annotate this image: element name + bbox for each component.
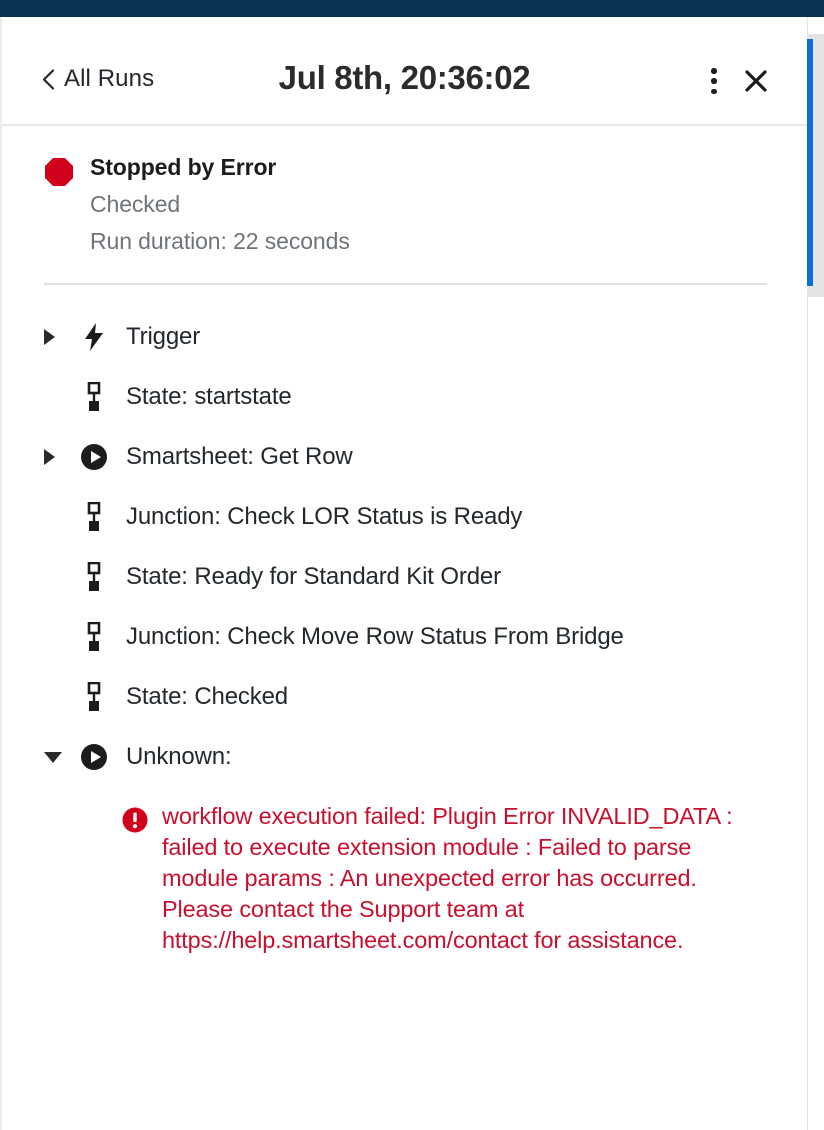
kebab-menu-icon[interactable] [711, 68, 717, 94]
kebab-dot [711, 88, 717, 94]
disclosure-triangle-collapsed-icon[interactable] [44, 449, 70, 466]
step-label: State: Checked [126, 683, 288, 711]
state-marker-icon [78, 622, 110, 652]
run-details-panel: All Runs Jul 8th, 20:36:02 Stopped by Er… [0, 17, 824, 1130]
play-circle-icon [78, 743, 110, 771]
step-row-trigger[interactable]: Trigger [2, 307, 807, 367]
header-actions [711, 68, 769, 94]
play-circle-icon [78, 443, 110, 471]
error-exclamation-icon [122, 807, 148, 833]
disclosure-triangle-collapsed-icon[interactable] [44, 329, 70, 346]
step-label: Smartsheet: Get Row [126, 443, 353, 471]
step-error-detail: workflow execution failed: Plugin Error … [2, 787, 807, 955]
step-label: Junction: Check Move Row Status From Bri… [126, 623, 624, 651]
run-status-row: Stopped by Error Checked Run duration: 2… [44, 152, 807, 257]
step-row-junction-check-move-row-status[interactable]: Junction: Check Move Row Status From Bri… [2, 607, 807, 667]
step-row-junction-check-lor-status[interactable]: Junction: Check LOR Status is Ready [2, 487, 807, 547]
step-row-state-checked[interactable]: State: Checked [2, 667, 807, 727]
step-row-unknown[interactable]: Unknown: [2, 727, 807, 787]
run-status-title: Stopped by Error [90, 154, 277, 180]
run-details-panel-body: All Runs Jul 8th, 20:36:02 Stopped by Er… [0, 17, 808, 1130]
step-label: State: Ready for Standard Kit Order [126, 563, 501, 591]
state-marker-icon [78, 382, 110, 412]
page-title: Jul 8th, 20:36:02 [278, 59, 531, 96]
kebab-dot [711, 78, 717, 84]
state-marker-icon [78, 502, 110, 532]
state-marker-icon [78, 562, 110, 592]
scrollbar-thumb[interactable] [807, 39, 813, 286]
lightning-bolt-icon [78, 323, 110, 352]
run-status-summary: Stopped by Error Checked Run duration: 2… [2, 126, 807, 257]
error-message: workflow execution failed: Plugin Error … [162, 803, 733, 953]
close-icon[interactable] [743, 68, 769, 94]
step-row-state-startstate[interactable]: State: startstate [2, 367, 807, 427]
application-top-bar [0, 0, 824, 17]
run-status-texts: Stopped by Error Checked Run duration: 2… [90, 152, 350, 257]
kebab-dot [711, 68, 717, 74]
disclosure-triangle-expanded-icon[interactable] [44, 751, 70, 763]
state-marker-icon [78, 682, 110, 712]
run-status-state: Checked [90, 191, 181, 218]
stop-octagon-icon [45, 158, 73, 186]
step-label: State: startstate [126, 383, 292, 411]
step-label: Junction: Check LOR Status is Ready [126, 503, 523, 531]
step-row-smartsheet-get-row[interactable]: Smartsheet: Get Row [2, 427, 807, 487]
step-label: Trigger [126, 323, 201, 351]
step-label: Unknown: [126, 743, 232, 771]
run-step-list: Trigger State: startstate Smartsheet: Ge… [2, 285, 807, 955]
run-duration: Run duration: 22 seconds [90, 228, 350, 255]
step-row-state-ready-for-standard-kit-order[interactable]: State: Ready for Standard Kit Order [2, 547, 807, 607]
panel-header: All Runs Jul 8th, 20:36:02 [2, 17, 807, 126]
